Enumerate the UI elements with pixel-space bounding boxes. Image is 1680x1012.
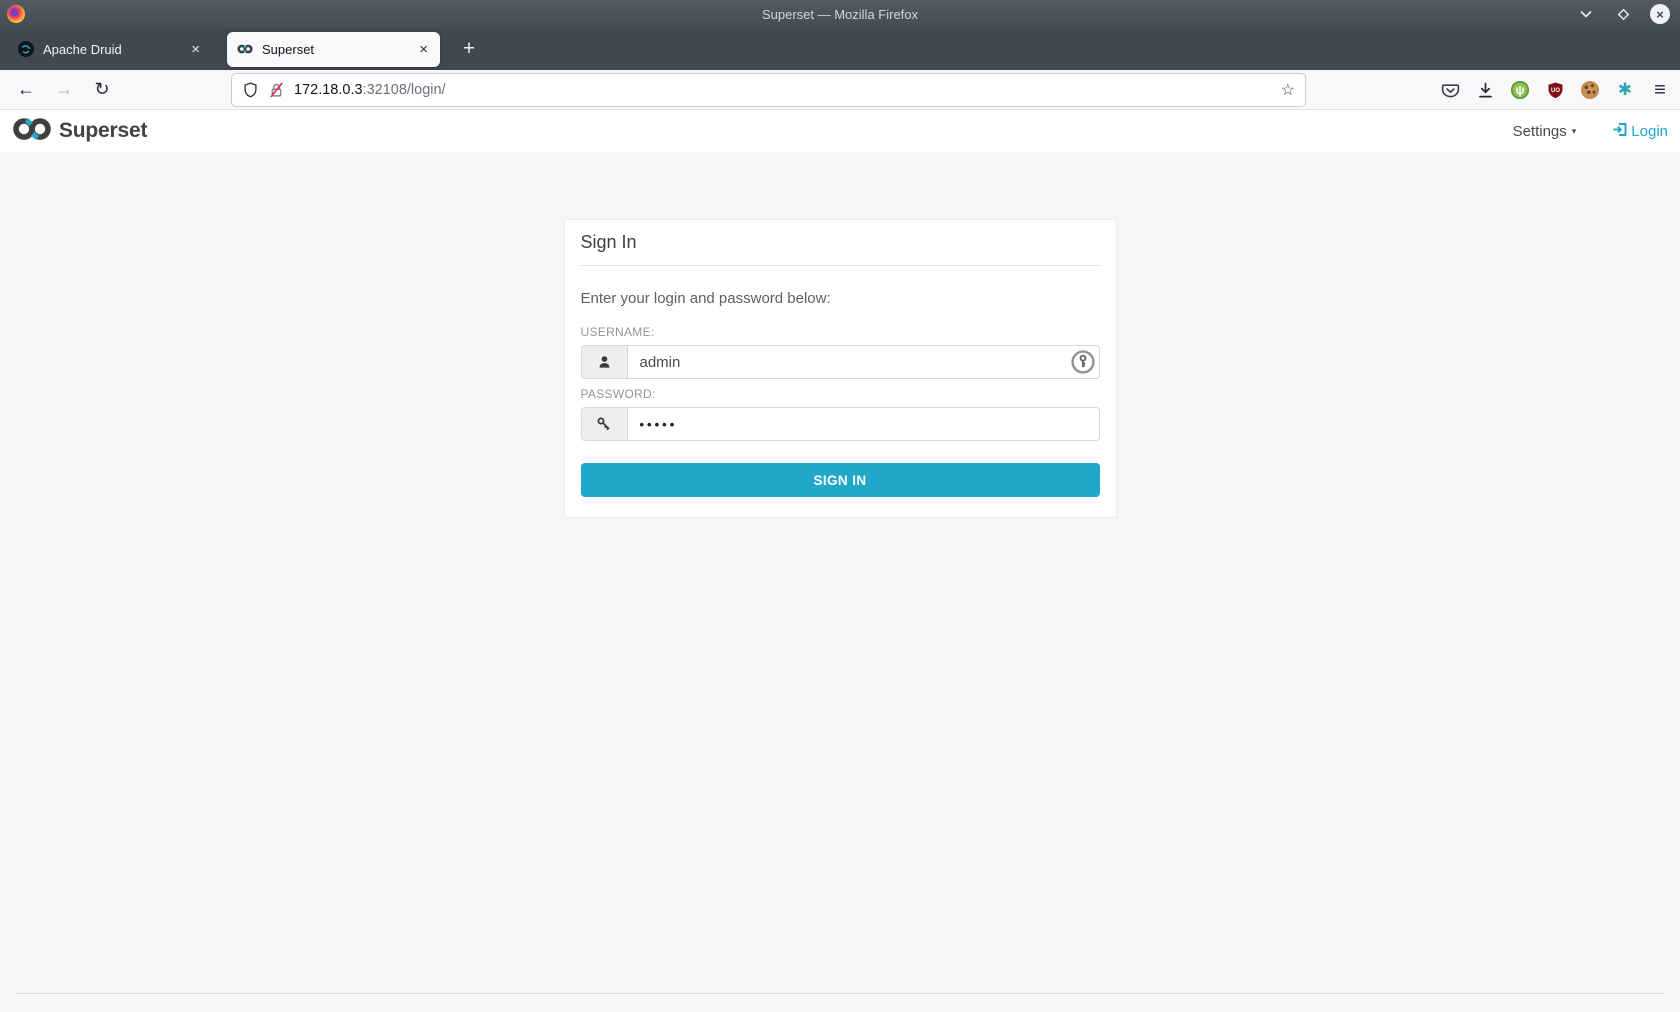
- password-manager-key-icon[interactable]: [1070, 350, 1095, 374]
- toolbar-extensions: ψ UO ✱ ≡: [1440, 70, 1670, 110]
- username-input-group: [580, 345, 1100, 379]
- back-button[interactable]: ←: [14, 79, 38, 100]
- brand-name: Superset: [59, 119, 148, 142]
- downloads-icon[interactable]: [1475, 80, 1495, 100]
- close-window-icon[interactable]: ×: [1650, 4, 1670, 24]
- app-navbar: Superset Settings ▾ Login: [0, 110, 1680, 152]
- green-extension-glyph: ψ: [1511, 81, 1529, 99]
- svg-text:UO: UO: [1551, 87, 1560, 93]
- pocket-icon[interactable]: [1440, 80, 1460, 100]
- username-label: USERNAME:: [580, 325, 655, 339]
- sign-in-button[interactable]: SIGN IN: [580, 463, 1100, 497]
- tab-bar: Apache Druid × Superset × +: [0, 28, 1680, 70]
- insecure-lock-icon[interactable]: [268, 81, 285, 99]
- navbar-right: Settings ▾ Login: [1513, 121, 1668, 142]
- maximize-icon[interactable]: [1613, 4, 1633, 24]
- card-body: Enter your login and password below: USE…: [565, 266, 1116, 517]
- chevron-down-icon: ▾: [1571, 125, 1577, 136]
- titlebar: Superset — Mozilla Firefox ×: [0, 0, 1680, 28]
- password-input[interactable]: [626, 407, 1100, 441]
- url-host: 172.18.0.3: [294, 82, 363, 98]
- login-icon: [1612, 121, 1629, 142]
- tab-superset[interactable]: Superset ×: [227, 31, 440, 67]
- ublock-origin-icon[interactable]: UO: [1545, 80, 1565, 100]
- password-label: PASSWORD:: [580, 387, 656, 401]
- minimize-icon[interactable]: [1576, 4, 1596, 24]
- page-content: Sign In Enter your login and password be…: [0, 152, 1680, 1012]
- tab-apache-druid[interactable]: Apache Druid ×: [8, 32, 212, 67]
- login-label: Login: [1631, 122, 1668, 140]
- bookmark-star-icon[interactable]: ☆: [1281, 80, 1295, 100]
- druid-favicon-icon: [18, 41, 34, 57]
- navigation-toolbar: ← → ↻ 172.18.0.3:32108/login/ ☆ ψ UO ✱ ≡: [0, 70, 1680, 110]
- asterisk-extension-icon[interactable]: ✱: [1615, 80, 1635, 100]
- window-controls: ×: [1576, 4, 1680, 24]
- password-input-group: [580, 407, 1100, 441]
- footer-divider: [15, 993, 1665, 994]
- key-icon: [580, 407, 627, 441]
- settings-label: Settings: [1512, 122, 1567, 140]
- shield-icon[interactable]: [242, 81, 259, 99]
- sign-in-card: Sign In Enter your login and password be…: [563, 219, 1117, 518]
- instructions-text: Enter your login and password below:: [580, 290, 831, 307]
- green-extension-icon[interactable]: ψ: [1510, 80, 1530, 100]
- close-tab-icon[interactable]: ×: [417, 42, 430, 57]
- new-tab-button[interactable]: +: [454, 34, 484, 64]
- nav-buttons: ← → ↻: [0, 79, 114, 100]
- page-footer: [0, 993, 1680, 1012]
- url-bar[interactable]: 172.18.0.3:32108/login/ ☆: [232, 74, 1305, 106]
- card-title: Sign In: [580, 232, 637, 252]
- superset-favicon-icon: [237, 41, 253, 57]
- superset-logo-icon: [12, 117, 52, 146]
- tab-label: Superset: [262, 41, 315, 57]
- password-field-wrap: [626, 407, 1100, 441]
- login-link[interactable]: Login: [1612, 121, 1668, 142]
- username-field-wrap: [626, 345, 1100, 379]
- window-title: Superset — Mozilla Firefox: [761, 6, 919, 22]
- forward-button[interactable]: →: [52, 79, 76, 100]
- card-header: Sign In: [565, 220, 1116, 265]
- superset-brand[interactable]: Superset: [12, 117, 147, 146]
- tab-label: Apache Druid: [43, 41, 122, 57]
- username-input[interactable]: [626, 345, 1100, 379]
- firefox-logo-icon: [7, 5, 25, 23]
- url-text[interactable]: 172.18.0.3:32108/login/: [294, 82, 446, 98]
- reload-button[interactable]: ↻: [90, 79, 114, 100]
- url-path: :32108/login/: [362, 82, 446, 98]
- cookie-extension-icon[interactable]: [1580, 80, 1600, 100]
- settings-menu[interactable]: Settings ▾: [1513, 123, 1577, 140]
- close-tab-icon[interactable]: ×: [189, 42, 202, 57]
- user-icon: [580, 345, 627, 379]
- menu-icon[interactable]: ≡: [1650, 79, 1670, 101]
